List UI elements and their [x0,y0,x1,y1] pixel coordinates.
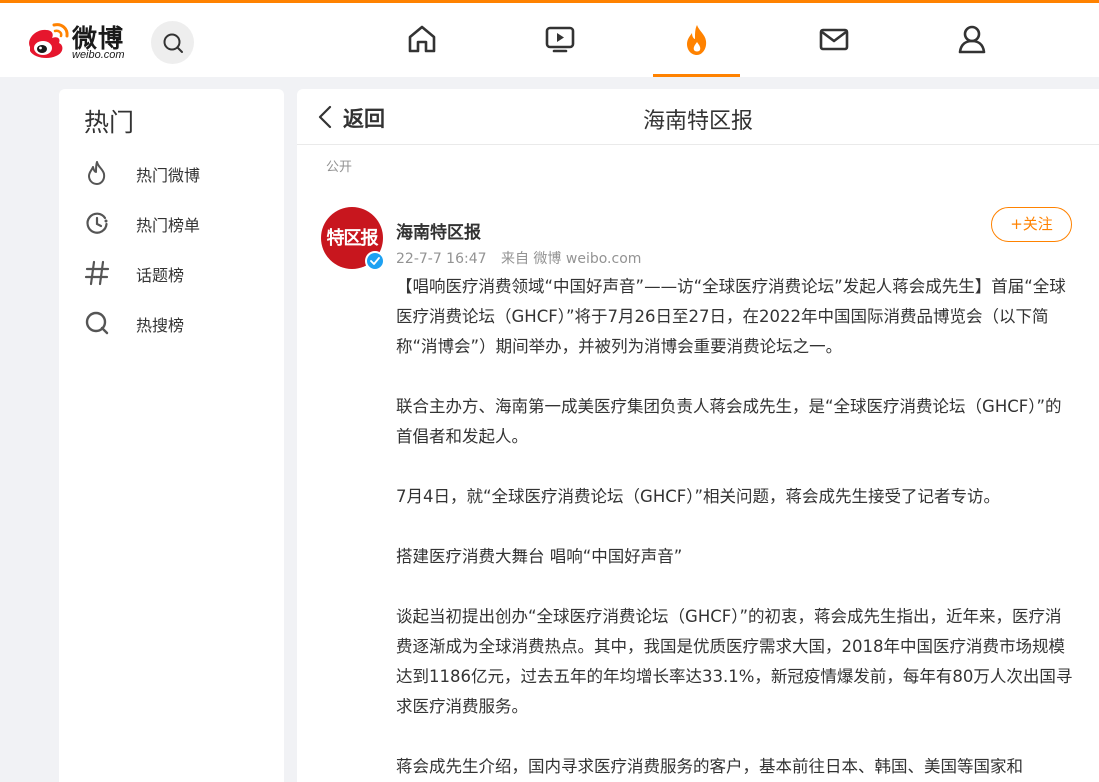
nav-video[interactable] [516,3,603,77]
post-source: 来自 微博 weibo.com [500,251,642,267]
sidebar: 热门 热门微博 热门榜单 话题榜 热搜榜 [59,89,284,782]
post-paragraph: 蒋会成先生介绍，国内寻求医疗消费服务的客户，基本前往日本、韩国、美国等国家和 [396,757,1023,776]
video-icon [545,26,575,53]
follow-button[interactable]: +关注 [991,207,1072,242]
profile-icon [958,25,986,54]
nav-home[interactable] [378,3,465,77]
nav-message[interactable] [790,3,877,77]
main-panel: 返回 海南特区报 公开 特区报 海南特区报 22-7-7 16:47 来自 微博… [297,89,1099,782]
post-meta: 22-7-7 16:47 来自 微博 weibo.com [396,248,651,268]
sidebar-item-hot-search[interactable]: 热搜榜 [84,304,274,340]
search-ring-icon [85,311,109,335]
logo-en-text: weibo.com [72,49,125,61]
sidebar-item-label: 话题榜 [136,266,185,285]
message-icon [819,28,849,51]
avatar[interactable]: 特区报 [321,207,385,271]
weibo-logo[interactable]: 微博 weibo.com [24,17,136,63]
nav-profile[interactable] [928,3,1015,77]
author-name[interactable]: 海南特区报 [396,218,481,243]
nav-active-indicator [653,74,740,77]
post-paragraph: 联合主办方、海南第一成美医疗集团负责人蒋会成先生，是“全球医疗消费论坛（GHCF… [396,397,1062,446]
post-time[interactable]: 22-7-7 16:47 [396,251,487,267]
check-icon [370,257,380,265]
sidebar-item-hot-weibo[interactable]: 热门微博 [84,154,274,190]
post-paragraph: 【唱响医疗消费领域“中国好声音”——访“全球医疗消费论坛”发起人蒋会成先生】首届… [396,277,1066,356]
sidebar-item-topics[interactable]: 话题榜 [84,254,274,290]
post-paragraph: 谈起当初提出创办“全球医疗消费论坛（GHCF）”的初衷，蒋会成先生指出，近年来，… [396,607,1073,716]
top-bar: 微博 weibo.com [0,0,1099,77]
sidebar-item-label: 热搜榜 [136,316,185,335]
visibility-label: 公开 [326,160,353,175]
nav-hot[interactable] [653,3,740,77]
verified-badge [365,251,385,271]
hashtag-icon [84,260,110,286]
post-body: 【唱响医疗消费领域“中国好声音”——访“全球医疗消费论坛”发起人蒋会成先生】首届… [396,272,1074,782]
search-icon [163,33,183,53]
sidebar-item-hot-list[interactable]: 热门榜单 [84,204,274,240]
post-paragraph: 搭建医疗消费大舞台 唱响“中国好声音” [396,547,683,566]
sidebar-item-label: 热门微博 [136,166,201,185]
home-icon [408,25,436,53]
weibo-eye-icon [29,23,69,59]
main-header: 返回 海南特区报 [297,89,1099,145]
flame-icon [88,161,106,185]
post-paragraph: 7月4日，就“全球医疗消费论坛（GHCF）”相关问题，蒋会成先生接受了记者专访。 [396,487,1001,506]
avatar-logo-text: 特区报 [326,228,379,249]
sidebar-item-label: 热门榜单 [136,216,201,235]
hot-fire-icon [687,25,707,55]
clock-icon [86,212,108,234]
search-button[interactable] [151,21,194,64]
sidebar-title: 热门 [84,108,135,137]
page-title: 海南特区报 [642,109,753,134]
